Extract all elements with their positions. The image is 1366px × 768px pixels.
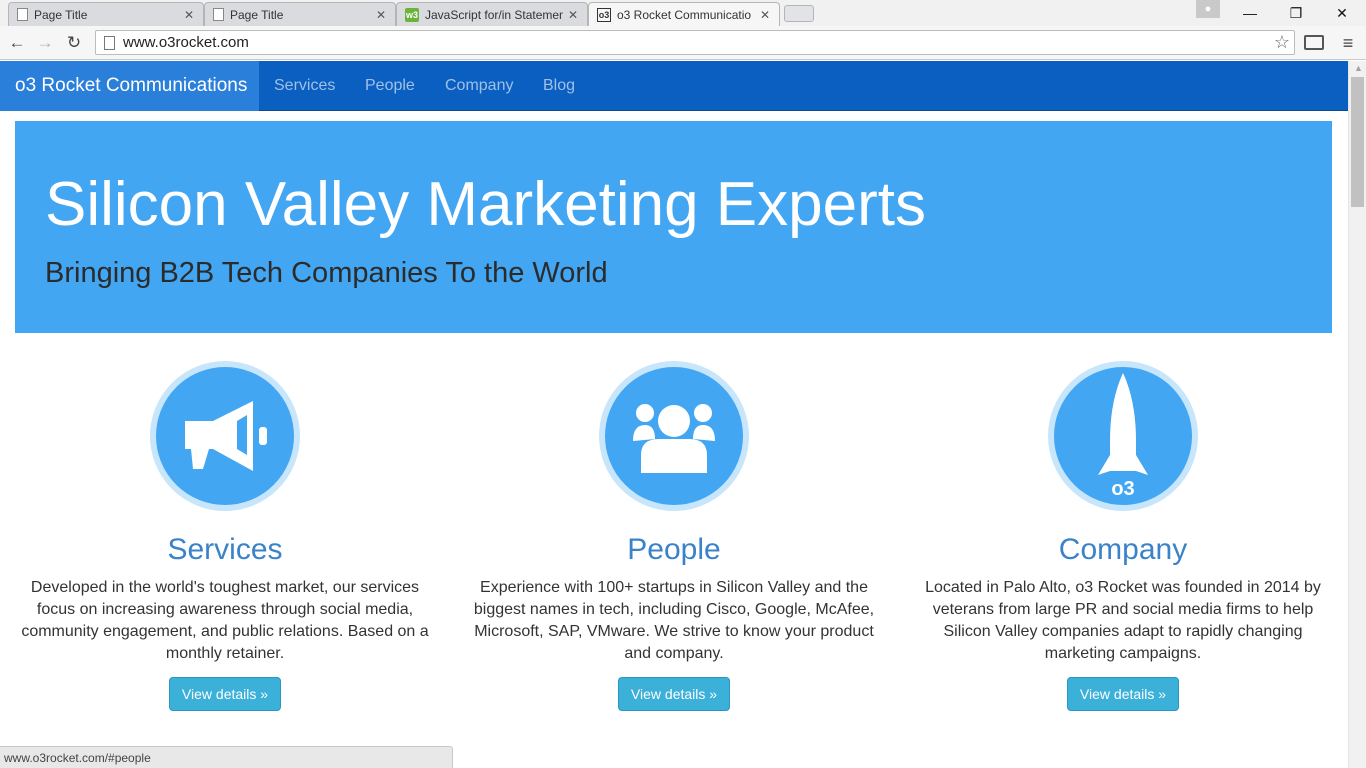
url-text[interactable]: www.o3rocket.com xyxy=(123,34,1274,51)
nav-company[interactable]: Company xyxy=(445,61,513,111)
browser-toolbar: ← → ↻ www.o3rocket.com ☆ ≡ xyxy=(0,26,1366,60)
hero-subtitle: Bringing B2B Tech Companies To the World xyxy=(45,257,608,289)
browser-tab-active[interactable]: o3 o3 Rocket Communicatio ✕ xyxy=(588,2,780,27)
new-tab-button[interactable] xyxy=(784,5,814,22)
services-column: Services Developed in the world's toughe… xyxy=(15,361,435,711)
browser-tab[interactable]: Page Title ✕ xyxy=(8,2,204,26)
people-icon xyxy=(599,361,749,511)
forward-arrow-icon[interactable]: → xyxy=(33,31,57,55)
menu-icon[interactable]: ≡ xyxy=(1338,33,1358,54)
address-bar[interactable]: www.o3rocket.com ☆ xyxy=(95,30,1295,55)
back-arrow-icon[interactable]: ← xyxy=(5,31,29,55)
services-view-details-button[interactable]: View details » xyxy=(168,677,282,711)
bookmark-star-icon[interactable]: ☆ xyxy=(1274,32,1290,53)
tab-close-icon[interactable]: ✕ xyxy=(375,8,387,22)
restore-button[interactable]: ❐ xyxy=(1273,0,1319,26)
document-icon xyxy=(213,8,224,21)
tab-title: JavaScript for/in Statemen xyxy=(425,7,563,22)
rocket-icon: o3 xyxy=(1048,361,1198,511)
o3-logo-text: o3 xyxy=(1111,478,1134,500)
nav-blog[interactable]: Blog xyxy=(543,61,575,111)
tab-title: o3 Rocket Communicatio xyxy=(617,8,752,22)
tab-title: Page Title xyxy=(34,7,88,22)
site-brand[interactable]: o3 Rocket Communications xyxy=(0,61,259,111)
tab-close-icon[interactable]: ✕ xyxy=(567,8,579,22)
services-heading: Services xyxy=(167,533,283,566)
profile-icon[interactable]: ● xyxy=(1196,0,1220,18)
scroll-thumb[interactable] xyxy=(1351,77,1364,207)
tab-strip: Page Title ✕ Page Title ✕ w3 JavaScript … xyxy=(0,0,1366,27)
people-text: Experience with 100+ startups in Silicon… xyxy=(473,579,875,662)
tab-close-icon[interactable]: ✕ xyxy=(183,8,195,22)
people-heading: People xyxy=(627,533,721,566)
o3-icon: o3 xyxy=(597,8,611,22)
close-window-button[interactable]: ✕ xyxy=(1319,0,1365,26)
nav-services[interactable]: Services xyxy=(274,61,335,111)
document-icon xyxy=(17,8,28,21)
company-text: Located in Palo Alto, o3 Rocket was foun… xyxy=(925,579,1321,662)
tab-close-icon[interactable]: ✕ xyxy=(759,8,771,22)
hero-title: Silicon Valley Marketing Experts xyxy=(45,170,926,239)
megaphone-icon xyxy=(150,361,300,511)
minimize-button[interactable]: — xyxy=(1227,0,1273,26)
company-column: o3 Company Located in Palo Alto, o3 Rock… xyxy=(913,361,1333,711)
status-bar-url: www.o3rocket.com/#people xyxy=(0,746,453,768)
company-heading: Company xyxy=(1058,533,1188,566)
cast-icon[interactable] xyxy=(1304,35,1324,50)
tab-title: Page Title xyxy=(230,7,284,22)
people-column: People Experience with 100+ startups in … xyxy=(464,361,884,711)
site-navbar: o3 Rocket Communications Services People… xyxy=(0,61,1348,111)
browser-tab[interactable]: w3 JavaScript for/in Statemen ✕ xyxy=(396,2,588,26)
page-viewport: o3 Rocket Communications Services People… xyxy=(0,61,1348,768)
company-view-details-button[interactable]: View details » xyxy=(1066,677,1180,711)
reload-icon[interactable]: ↻ xyxy=(62,31,86,55)
w3schools-icon: w3 xyxy=(405,7,419,22)
browser-tab[interactable]: Page Title ✕ xyxy=(204,2,396,26)
people-view-details-button[interactable]: View details » xyxy=(617,677,731,711)
services-text: Developed in the world's toughest market… xyxy=(21,579,429,662)
vertical-scrollbar[interactable]: ▲ xyxy=(1348,61,1366,768)
nav-people[interactable]: People xyxy=(365,61,415,111)
scroll-up-arrow-icon[interactable]: ▲ xyxy=(1354,63,1363,73)
hero-banner: Silicon Valley Marketing Experts Bringin… xyxy=(15,121,1332,333)
page-icon xyxy=(104,35,115,50)
